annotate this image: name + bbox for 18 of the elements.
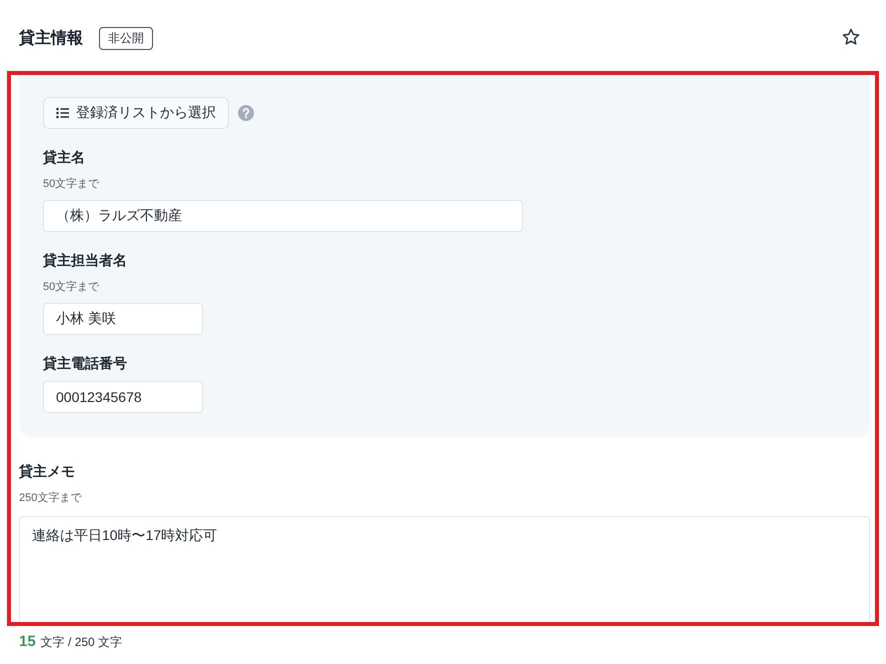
list-icon xyxy=(56,107,69,119)
field-label: 貸主名 xyxy=(43,149,86,166)
memo-field[interactable]: 連絡は平日10時〜17時対応可 xyxy=(19,516,870,625)
field-hint: 50文字まで xyxy=(43,280,100,294)
text-field[interactable]: 00012345678 xyxy=(43,381,203,413)
visibility-badge: 非公開 xyxy=(99,26,153,50)
field-label: 貸主担当者名 xyxy=(43,252,128,269)
char-count: 15 xyxy=(19,633,36,650)
field-label: 貸主電話番号 xyxy=(43,355,128,372)
field-hint: 250文字まで xyxy=(19,491,83,505)
text-field[interactable]: 小林 美咲 xyxy=(43,303,203,335)
section-title: 貸主情報 xyxy=(19,28,83,48)
star-icon[interactable] xyxy=(842,28,860,46)
field-hint: 50文字まで xyxy=(43,177,100,191)
select-from-list-button[interactable]: 登録済リストから選択 xyxy=(43,97,229,129)
field-label: 貸主メモ xyxy=(19,463,76,480)
text-field[interactable]: （株）ラルズ不動産 xyxy=(43,200,523,232)
char-limit: 文字 / 250 文字 xyxy=(40,634,122,651)
